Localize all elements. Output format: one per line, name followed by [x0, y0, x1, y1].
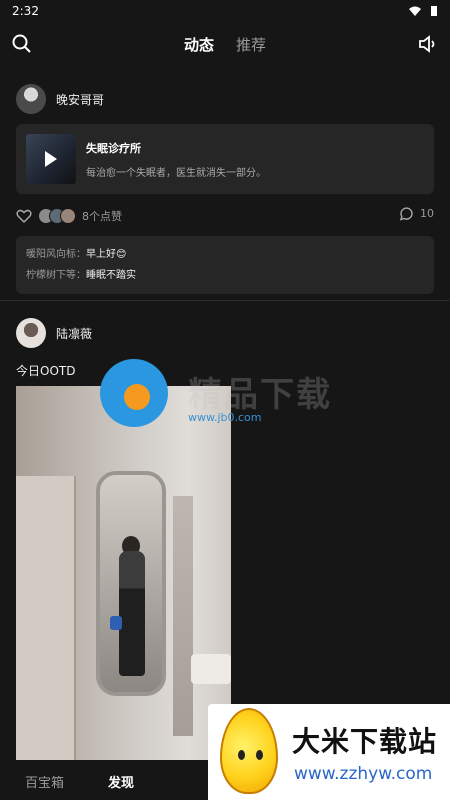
- photo-person-body: [119, 551, 145, 676]
- shared-description: 每治愈一个失眠者，医生就消失一部分。: [86, 167, 266, 179]
- wifi-icon: [409, 6, 421, 16]
- comment-author: 柠檬树下等：: [26, 270, 86, 281]
- feed-tabs: 动态 推荐: [184, 34, 266, 55]
- comment-text: 睡眠不踏实: [86, 270, 136, 281]
- watermark-url: www.jb0.com: [188, 411, 262, 424]
- shared-title: 失眠诊疗所: [86, 141, 141, 155]
- shared-thumbnail: [26, 134, 76, 184]
- avatar[interactable]: [16, 84, 46, 114]
- photo-bag: [110, 616, 122, 630]
- post-1-user-row[interactable]: 晚安哥哥: [16, 84, 434, 114]
- mascot-eye: [256, 750, 263, 760]
- post-2-user-row[interactable]: 陆凛薇: [16, 318, 434, 348]
- comment-item: 暖阳风向标：早上好😊: [26, 244, 424, 265]
- liker-avatars[interactable]: [38, 208, 76, 224]
- ad-banner[interactable]: 大米下载站 www.zzhyw.com: [208, 704, 450, 800]
- post-1: 晚安哥哥 失眠诊疗所 每治愈一个失眠者，医生就消失一部分。 8个点赞 10 暖阳…: [16, 84, 434, 294]
- photo-door: [16, 476, 76, 760]
- likes-row: 8个点赞 10: [16, 206, 434, 226]
- likes-count[interactable]: 8个点赞: [82, 208, 122, 224]
- egg-mascot-icon: [220, 708, 278, 794]
- post-photo[interactable]: [16, 386, 231, 760]
- shared-content-card[interactable]: 失眠诊疗所 每治愈一个失眠者，医生就消失一部分。: [16, 124, 434, 194]
- avatar[interactable]: [16, 318, 46, 348]
- status-bar: 2:32: [0, 0, 450, 22]
- comment-author: 暖阳风向标：: [26, 249, 86, 260]
- divider: [0, 300, 450, 301]
- photo-sink: [191, 654, 231, 684]
- comment-preview[interactable]: 暖阳风向标：早上好😊 柠檬树下等：睡眠不踏实: [16, 236, 434, 294]
- nav-item-discover[interactable]: 发现: [108, 772, 134, 791]
- mascot-eye: [238, 750, 245, 760]
- comment-icon[interactable]: [399, 206, 414, 221]
- comment-text: 早上好😊: [86, 249, 127, 260]
- status-time: 2:32: [12, 4, 39, 18]
- comment-item: 柠檬树下等：睡眠不踏实: [26, 265, 424, 286]
- watermark-text: 精品下载: [188, 375, 332, 415]
- username[interactable]: 晚安哥哥: [56, 91, 104, 108]
- ad-title: 大米下载站: [292, 725, 438, 758]
- top-bar: 动态 推荐: [0, 26, 450, 62]
- liker-avatar: [60, 208, 76, 224]
- comment-count: 10: [420, 207, 434, 220]
- tab-recommend[interactable]: 推荐: [236, 34, 266, 55]
- status-icons: [408, 5, 438, 17]
- heart-icon[interactable]: [16, 209, 32, 223]
- username[interactable]: 陆凛薇: [56, 325, 92, 342]
- ad-url: www.zzhyw.com: [294, 764, 433, 784]
- watermark: 精品下载 www.jb0.com: [96, 355, 356, 440]
- tab-dynamic[interactable]: 动态: [184, 34, 214, 55]
- comment-count-group[interactable]: 10: [399, 206, 434, 221]
- search-icon[interactable]: [10, 32, 34, 56]
- speaker-icon[interactable]: [416, 32, 440, 56]
- nav-item-toolbox[interactable]: 百宝箱: [25, 772, 64, 791]
- play-icon: [45, 151, 57, 167]
- photo-pipe: [173, 496, 193, 736]
- watermark-logo: [100, 359, 168, 427]
- battery-icon: [431, 6, 437, 16]
